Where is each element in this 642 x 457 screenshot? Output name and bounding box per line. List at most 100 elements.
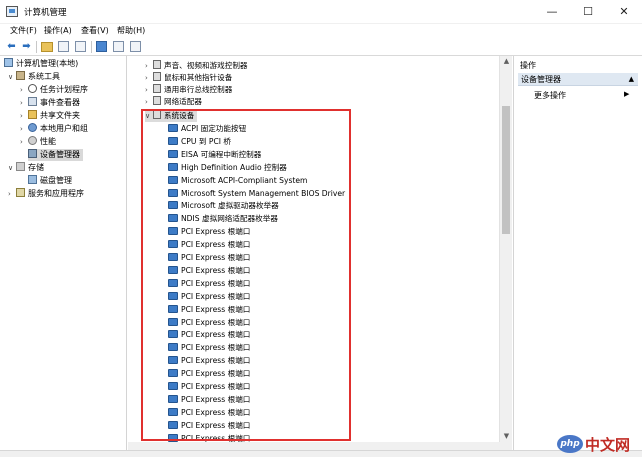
expand-icon[interactable]: ›: [20, 110, 28, 122]
watermark: php 中文网: [555, 432, 642, 457]
tree-label: 磁盘管理: [40, 176, 72, 185]
folder-icon[interactable]: [41, 42, 53, 52]
device-item[interactable]: EISA 可编程中断控制器: [168, 149, 261, 161]
system-device-icon: [168, 407, 178, 416]
more-actions-item[interactable]: 更多操作 ▶: [534, 90, 629, 101]
device-label: PCI Express 根端口: [181, 382, 251, 391]
tree-item-storage[interactable]: ∨ 存储: [8, 162, 44, 174]
collapse-icon[interactable]: ∨: [145, 110, 153, 122]
menu-help[interactable]: 帮助(H): [117, 25, 145, 36]
expand-icon[interactable]: ›: [145, 96, 153, 108]
tree-label: 存储: [28, 163, 44, 172]
monitor-icon[interactable]: [130, 41, 141, 52]
tree-item-device-manager[interactable]: 设备管理器: [28, 149, 83, 161]
expand-icon[interactable]: ›: [8, 188, 16, 200]
view-icon[interactable]: [113, 41, 124, 52]
device-item[interactable]: PCI Express 根端口: [168, 381, 250, 393]
menu-file[interactable]: 文件(F): [10, 25, 37, 36]
device-item[interactable]: Microsoft ACPI-Compliant System: [168, 175, 307, 187]
device-item[interactable]: Microsoft System Management BIOS Driver: [168, 188, 345, 200]
minimize-button[interactable]: —: [534, 0, 570, 24]
device-item[interactable]: PCI Express 根端口: [168, 291, 250, 303]
help-icon[interactable]: [96, 41, 107, 52]
device-item[interactable]: Microsoft 虚拟驱动器枚举器: [168, 200, 279, 212]
device-item[interactable]: PCI Express 根端口: [168, 304, 250, 316]
expand-icon[interactable]: ›: [20, 136, 28, 148]
maximize-button[interactable]: ☐: [570, 0, 606, 24]
device-item[interactable]: PCI Express 根端口: [168, 265, 250, 277]
device-item[interactable]: PCI Express 根端口: [168, 420, 250, 432]
collapse-up-icon[interactable]: ▲: [629, 73, 634, 86]
title-bar: 计算机管理 — ☐ ✕: [0, 0, 642, 24]
device-item[interactable]: PCI Express 根端口: [168, 355, 250, 367]
tree-label: 性能: [40, 137, 56, 146]
device-label: PCI Express 根端口: [181, 253, 251, 262]
tree-item-system-tools[interactable]: ∨ 系统工具: [8, 71, 60, 83]
expand-icon[interactable]: ›: [20, 97, 28, 109]
expand-icon[interactable]: ›: [145, 84, 153, 96]
system-device-icon: [168, 343, 178, 352]
device-category[interactable]: › 通用串行总线控制器: [145, 84, 232, 96]
properties-icon[interactable]: [75, 41, 86, 52]
system-device-icon: [168, 162, 178, 171]
collapse-icon[interactable]: ∨: [8, 71, 16, 83]
vertical-scrollbar[interactable]: ▲ ▼: [499, 56, 512, 442]
tree-item-event-viewer[interactable]: › 事件查看器: [20, 97, 80, 109]
scroll-up-icon[interactable]: ▲: [500, 57, 513, 65]
device-item[interactable]: NDIS 虚拟网络适配器枚举器: [168, 213, 278, 225]
device-item[interactable]: PCI Express 根端口: [168, 368, 250, 380]
device-item[interactable]: PCI Express 根端口: [168, 278, 250, 290]
device-item[interactable]: PCI Express 根端口: [168, 342, 250, 354]
forward-icon[interactable]: ➡: [20, 40, 33, 53]
expand-icon[interactable]: ›: [145, 72, 153, 84]
device-item[interactable]: PCI Express 根端口: [168, 317, 250, 329]
device-category[interactable]: › 网络适配器: [145, 96, 202, 108]
scroll-down-icon[interactable]: ▼: [500, 432, 513, 440]
list-icon[interactable]: [58, 41, 69, 52]
device-item[interactable]: PCI Express 根端口: [168, 407, 250, 419]
category-label: 声音、视频和游戏控制器: [164, 61, 248, 70]
tree-item-services-apps[interactable]: › 服务和应用程序: [8, 188, 84, 200]
horizontal-scrollbar[interactable]: [128, 442, 512, 450]
device-category[interactable]: › 鼠标和其他指针设备: [145, 72, 232, 84]
menu-view[interactable]: 查看(V): [81, 25, 109, 36]
collapse-icon[interactable]: ∨: [8, 162, 16, 174]
close-button[interactable]: ✕: [606, 0, 642, 24]
device-label: ACPI 固定功能按钮: [181, 124, 247, 133]
device-item[interactable]: High Definition Audio 控制器: [168, 162, 287, 174]
usb-icon: [153, 84, 161, 93]
tree-item-performance[interactable]: › 性能: [20, 136, 56, 148]
system-device-icon: [168, 240, 178, 249]
device-item[interactable]: PCI Express 根端口: [168, 433, 250, 442]
expand-icon[interactable]: ›: [145, 60, 153, 72]
device-label: PCI Express 根端口: [181, 265, 251, 275]
device-item[interactable]: ACPI 固定功能按钮: [168, 123, 246, 135]
system-device-icon: [168, 356, 178, 365]
device-item[interactable]: PCI Express 根端口: [168, 239, 250, 251]
tools-icon: [16, 71, 25, 80]
device-category-system[interactable]: ∨ 系统设备: [145, 110, 198, 122]
expand-icon[interactable]: ›: [20, 84, 28, 96]
scrollbar-thumb[interactable]: [502, 106, 510, 234]
tree-item-shared-folders[interactable]: › 共享文件夹: [20, 110, 80, 122]
device-item[interactable]: PCI Express 根端口: [168, 329, 250, 341]
device-category[interactable]: › 声音、视频和游戏控制器: [145, 60, 248, 72]
back-icon[interactable]: ⬅: [5, 40, 18, 53]
expand-icon[interactable]: ›: [20, 123, 28, 135]
menu-action[interactable]: 操作(A): [44, 25, 72, 36]
tree-label: 共享文件夹: [40, 111, 80, 120]
tree-item-root[interactable]: 计算机管理(本地): [4, 58, 78, 70]
actions-section-device-manager[interactable]: 设备管理器 ▲: [518, 73, 638, 86]
tree-label: 任务计划程序: [40, 85, 88, 94]
tree-item-task-scheduler[interactable]: › 任务计划程序: [20, 84, 88, 96]
device-item[interactable]: PCI Express 根端口: [168, 252, 250, 264]
device-item[interactable]: PCI Express 根端口: [168, 226, 250, 238]
toolbar-separator: [91, 41, 92, 53]
device-item[interactable]: CPU 到 PCI 桥: [168, 136, 231, 148]
tree-item-disk-management[interactable]: 磁盘管理: [28, 175, 72, 187]
php-logo: php: [557, 435, 583, 453]
device-label: PCI Express 根端口: [181, 240, 251, 250]
system-device-icon: [168, 227, 178, 236]
tree-item-local-users[interactable]: › 本地用户和组: [20, 123, 88, 135]
device-item[interactable]: PCI Express 根端口: [168, 394, 250, 406]
